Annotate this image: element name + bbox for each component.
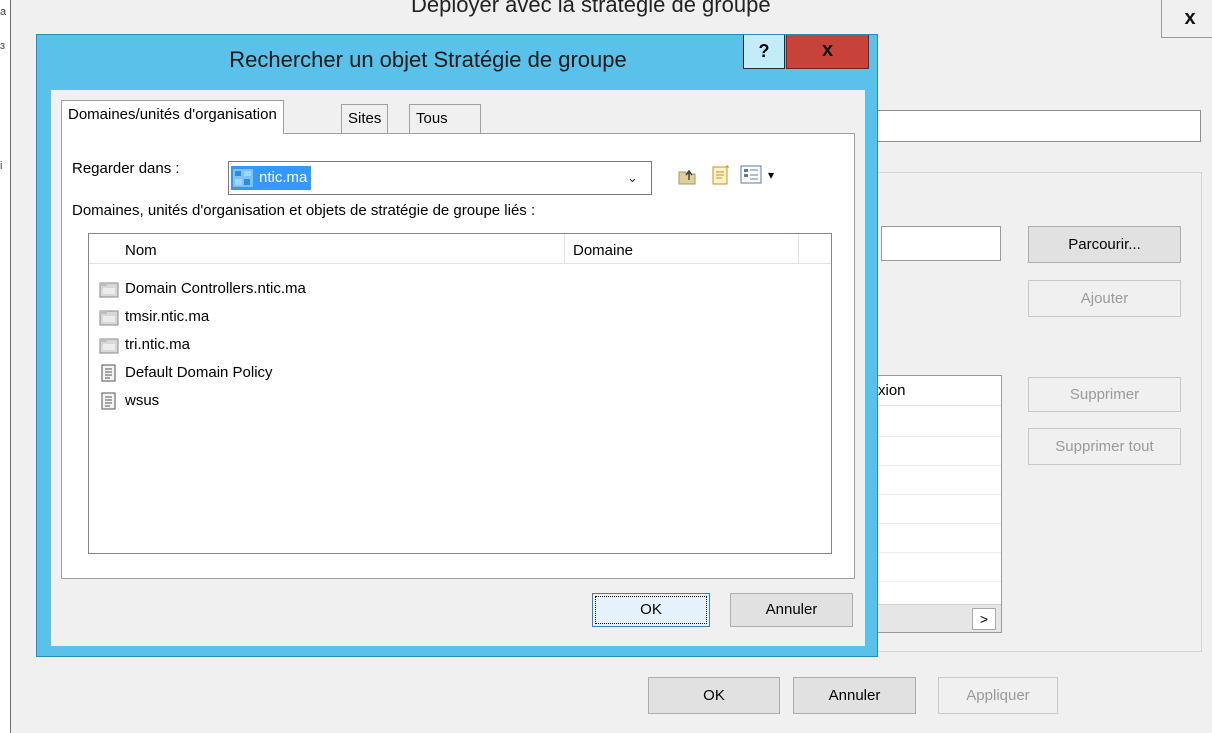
parent-close-button[interactable]: x (1161, 0, 1212, 38)
column-header-filler (799, 234, 831, 264)
list-item-name: Default Domain Policy (125, 364, 273, 381)
gpo-scroll-icon (99, 363, 119, 383)
listview-header: Nom Domaine (89, 234, 831, 264)
ou-folder-icon (99, 279, 119, 299)
help-button[interactable]: ? (743, 35, 785, 69)
parent-name-field[interactable] (871, 110, 1201, 142)
column-header-nom[interactable]: Nom (89, 234, 565, 264)
list-item-name: tri.ntic.ma (125, 336, 191, 353)
parent-list-scrollbar[interactable]: > (872, 604, 1001, 632)
view-menu-icon[interactable] (740, 164, 764, 186)
parent-list[interactable]: xion > (871, 375, 1002, 633)
supprimer-tout-button[interactable]: Supprimer tout (1028, 428, 1181, 465)
edge-glyph: i (0, 160, 3, 172)
tab-domaines[interactable]: Domaines/unités d'organisation (61, 100, 284, 134)
supprimer-button[interactable]: Supprimer (1028, 377, 1181, 412)
tab-tous[interactable]: Tous (409, 104, 481, 134)
edge-glyph: ɜ (0, 40, 6, 52)
chevron-down-icon[interactable]: ⌄ (627, 170, 638, 186)
ou-folder-icon (99, 307, 119, 327)
gpo-listview[interactable]: Nom Domaine Domain Controllers.ntic.ma t… (88, 233, 832, 554)
ou-folder-icon (99, 335, 119, 355)
parent-list-row (872, 523, 1001, 553)
parent-annuler-button[interactable]: Annuler (793, 677, 916, 714)
close-button[interactable]: x (786, 35, 869, 69)
edge-glyph: a (0, 6, 7, 18)
parent-window-title: Déployer avec la stratégie de groupe (411, 0, 771, 17)
parent-list-row (872, 465, 1001, 495)
parent-appliquer-button[interactable]: Appliquer (938, 677, 1058, 714)
parent-list-row (872, 407, 1001, 437)
ok-button[interactable]: OK (592, 593, 710, 627)
annuler-button[interactable]: Annuler (730, 593, 853, 627)
view-dropdown-arrow-icon[interactable]: ▾ (768, 168, 774, 182)
parent-ok-button[interactable]: OK (648, 677, 780, 714)
search-gpo-dialog: Rechercher un objet Stratégie de groupe … (36, 34, 878, 657)
tab-sites[interactable]: Sites (341, 104, 389, 134)
parcourir-button[interactable]: Parcourir... (1028, 226, 1181, 263)
gpo-scroll-icon (99, 391, 119, 411)
look-in-dropdown[interactable]: ntic.ma ⌄ (228, 161, 652, 195)
up-one-level-icon[interactable] (676, 164, 698, 186)
parent-list-row (872, 494, 1001, 524)
tab-panel: Regarder dans : ntic.ma ⌄ ▾ Domaines, un… (61, 133, 855, 579)
list-item-name: wsus (125, 392, 160, 409)
parent-path-field[interactable] (881, 226, 1001, 261)
list-caption: Domaines, unités d'organisation et objet… (72, 202, 536, 219)
list-item-name: Domain Controllers.ntic.ma (125, 280, 306, 297)
look-in-label: Regarder dans : (72, 160, 180, 177)
domain-icon (232, 167, 254, 189)
dialog-client-area: Domaines/unités d'organisation Sites Tou… (51, 90, 865, 646)
ajouter-button[interactable]: Ajouter (1028, 280, 1181, 317)
parent-list-header: xion (872, 376, 1001, 406)
parent-list-row (872, 436, 1001, 466)
column-header-domaine[interactable]: Domaine (565, 234, 799, 264)
new-gpo-icon[interactable] (709, 164, 731, 186)
parent-list-row (872, 552, 1001, 582)
scroll-right-icon[interactable]: > (972, 608, 996, 630)
list-item-name: tmsir.ntic.ma (125, 308, 210, 325)
